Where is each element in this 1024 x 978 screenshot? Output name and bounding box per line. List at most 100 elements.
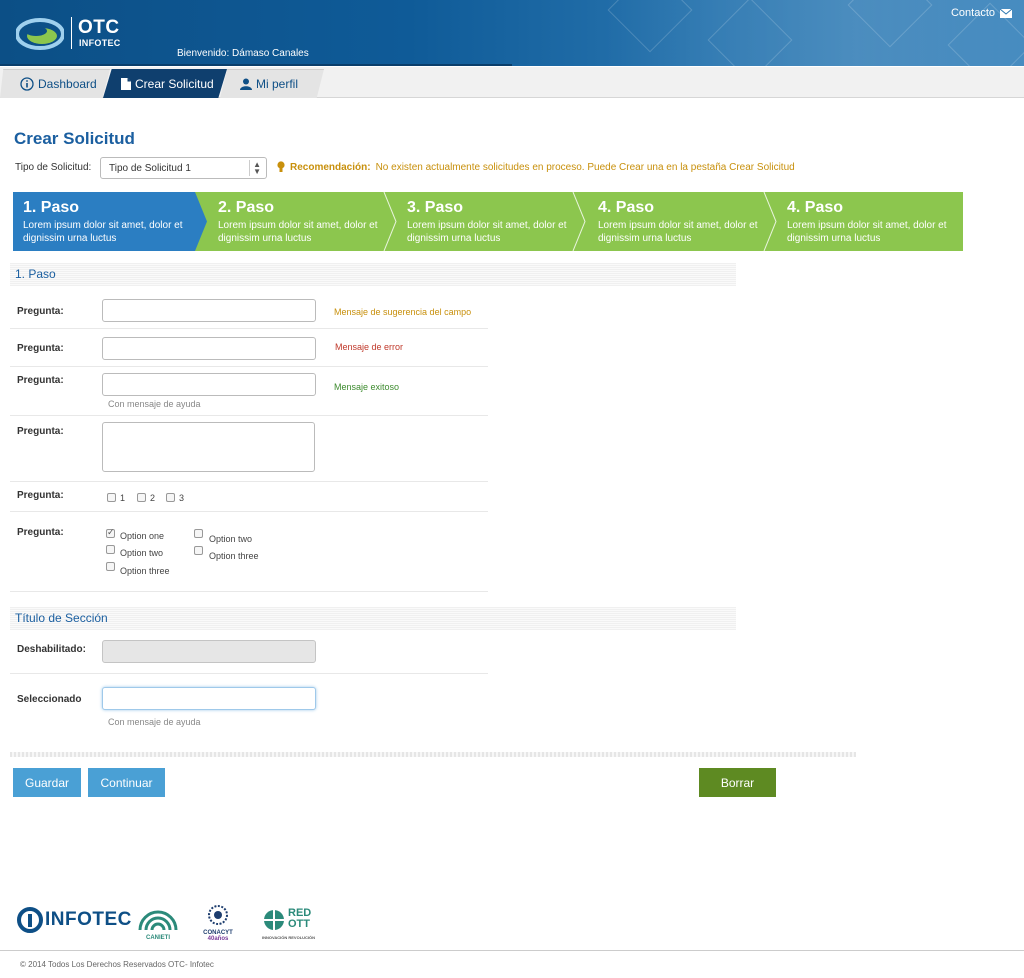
field-label: Deshabilitado:: [17, 644, 86, 655]
red-ott-logo: RED OTT INNOVACIÓN REVOLUCIÓN: [262, 908, 317, 942]
row-divider: [10, 673, 488, 674]
option-three-checkbox[interactable]: [106, 562, 115, 571]
tab-crear-solicitud-label: Crear Solicitud: [135, 76, 214, 91]
success-message: Mensaje exitoso: [334, 382, 400, 392]
option-two-checkbox[interactable]: [106, 545, 115, 554]
step-description: Lorem ipsum dolor sit amet, dolor et dig…: [407, 220, 567, 244]
actions-divider: [10, 752, 856, 757]
row-divider: [10, 366, 488, 367]
logo-separator: [71, 17, 72, 49]
select-divider: [249, 160, 250, 176]
pregunta-input[interactable]: [102, 299, 316, 322]
recommendation-text: No existen actualmente solicitudes en pr…: [375, 161, 795, 173]
copyright-text: © 2014 Todos Los Derechos Reservados OTC…: [20, 960, 214, 969]
field-label: Pregunta:: [17, 426, 64, 437]
infotec-logo-text: INFOTEC: [45, 909, 132, 930]
step-1[interactable]: 1. Paso Lorem ipsum dolor sit amet, dolo…: [13, 192, 203, 251]
conacyt-years: 40años: [207, 936, 229, 942]
pregunta-textarea[interactable]: [102, 422, 315, 472]
tab-dashboard[interactable]: Dashboard: [0, 69, 110, 98]
section-header: 1. Paso: [10, 263, 736, 286]
recommendation-message: Recomendación: No existen actualmente so…: [277, 161, 795, 173]
checkbox-3[interactable]: [166, 493, 175, 502]
help-text: Con mensaje de ayuda: [108, 717, 201, 727]
continue-button[interactable]: Continuar: [88, 768, 165, 797]
page-title: Crear Solicitud: [14, 129, 135, 148]
main-nav: Dashboard Crear Solicitud Mi perfil: [0, 67, 1024, 98]
canieti-logo-icon: [138, 910, 178, 931]
option-label: Option three: [209, 551, 259, 561]
checkbox-label: 1: [120, 493, 126, 503]
step-title: 4. Paso: [598, 199, 655, 216]
row-divider: [10, 481, 488, 482]
conacyt-logo-icon: [208, 905, 228, 925]
recommendation-label: Recomendación:: [290, 161, 371, 173]
tab-mi-perfil-label: Mi perfil: [256, 77, 299, 91]
checkbox-2[interactable]: [137, 493, 146, 502]
envelope-icon: [1000, 8, 1012, 18]
pregunta-input-error[interactable]: [102, 337, 316, 360]
option-three-checkbox-col2[interactable]: [194, 546, 203, 555]
lightbulb-icon: [277, 161, 285, 172]
contact-link[interactable]: Contacto: [951, 7, 1012, 19]
step-2[interactable]: 2. Paso Lorem ipsum dolor sit amet, dolo…: [208, 192, 388, 251]
checkbox-1[interactable]: [107, 493, 116, 502]
red-ott-tagline: INNOVACIÓN REVOLUCIÓN: [262, 935, 316, 940]
infotec-logo: INFOTEC: [17, 907, 132, 933]
step-3[interactable]: 3. Paso Lorem ipsum dolor sit amet, dolo…: [397, 192, 577, 251]
step-description: Lorem ipsum dolor sit amet, dolor et dig…: [218, 220, 378, 244]
option-one-checkbox[interactable]: [106, 527, 115, 538]
logo-title: OTC: [78, 17, 120, 38]
disabled-input: [102, 640, 316, 663]
section-header: Título de Sección: [10, 607, 736, 630]
option-label: Option two: [120, 548, 164, 558]
pregunta-input-success[interactable]: [102, 373, 316, 396]
tab-crear-solicitud[interactable]: Crear Solicitud: [103, 69, 227, 98]
checkbox-label: 3: [179, 493, 185, 503]
tab-mi-perfil[interactable]: Mi perfil: [220, 69, 324, 98]
step-title: 1. Paso: [23, 199, 80, 216]
section-title: Título de Sección: [15, 611, 108, 625]
step-title: 3. Paso: [407, 199, 464, 216]
delete-button[interactable]: Borrar: [699, 768, 776, 797]
step-5[interactable]: 4. Paso Lorem ipsum dolor sit amet, dolo…: [777, 192, 963, 251]
section-title: 1. Paso: [15, 267, 56, 281]
save-button[interactable]: Guardar: [13, 768, 81, 797]
row-divider: [10, 591, 488, 592]
error-message: Mensaje de error: [335, 342, 404, 352]
infotec-logo-icon: [17, 907, 43, 933]
tipo-solicitud-value: Tipo de Solicitud 1: [109, 163, 191, 174]
welcome-text: Bienvenido: Dámaso Canales: [177, 48, 309, 59]
step-title: 2. Paso: [218, 199, 275, 216]
field-label: Pregunta:: [17, 343, 64, 354]
option-label: Option three: [120, 566, 170, 576]
row-divider: [10, 415, 488, 416]
otc-logo-icon: [16, 18, 64, 50]
canieti-logo-text: CANIETI: [146, 935, 170, 941]
row-divider: [10, 328, 488, 329]
footer-divider: [0, 950, 1024, 951]
option-two-checkbox-col2[interactable]: [194, 529, 203, 538]
canieti-logo: CANIETI: [138, 908, 178, 942]
step-description: Lorem ipsum dolor sit amet, dolor et dig…: [23, 220, 183, 244]
tipo-solicitud-label: Tipo de Solicitud:: [15, 162, 92, 173]
select-arrows-icon: ▲ ▼: [253, 160, 261, 176]
row-divider: [10, 511, 488, 512]
logo-subtitle: INFOTEC: [79, 38, 121, 48]
step-4[interactable]: 4. Paso Lorem ipsum dolor sit amet, dolo…: [588, 192, 768, 251]
field-label: Pregunta:: [17, 527, 64, 538]
option-label: Option two: [209, 534, 253, 544]
user-icon: [240, 78, 252, 90]
step-title: 4. Paso: [787, 199, 844, 216]
page-header: OTC INFOTEC Bienvenido: Dámaso Canales C…: [0, 0, 1024, 66]
header-bar: [0, 64, 512, 66]
field-label: Pregunta:: [17, 306, 64, 317]
info-icon: [20, 77, 34, 91]
red-ott-logo-text: RED OTT: [288, 907, 312, 930]
hint-message: Mensaje de sugerencia del campo: [334, 307, 472, 317]
red-ott-logo-icon: [264, 910, 284, 930]
step-description: Lorem ipsum dolor sit amet, dolor et dig…: [598, 220, 758, 244]
selected-input[interactable]: [102, 687, 316, 710]
tipo-solicitud-select[interactable]: Tipo de Solicitud 1 ▲ ▼: [100, 157, 267, 179]
field-label: Pregunta:: [17, 490, 64, 501]
